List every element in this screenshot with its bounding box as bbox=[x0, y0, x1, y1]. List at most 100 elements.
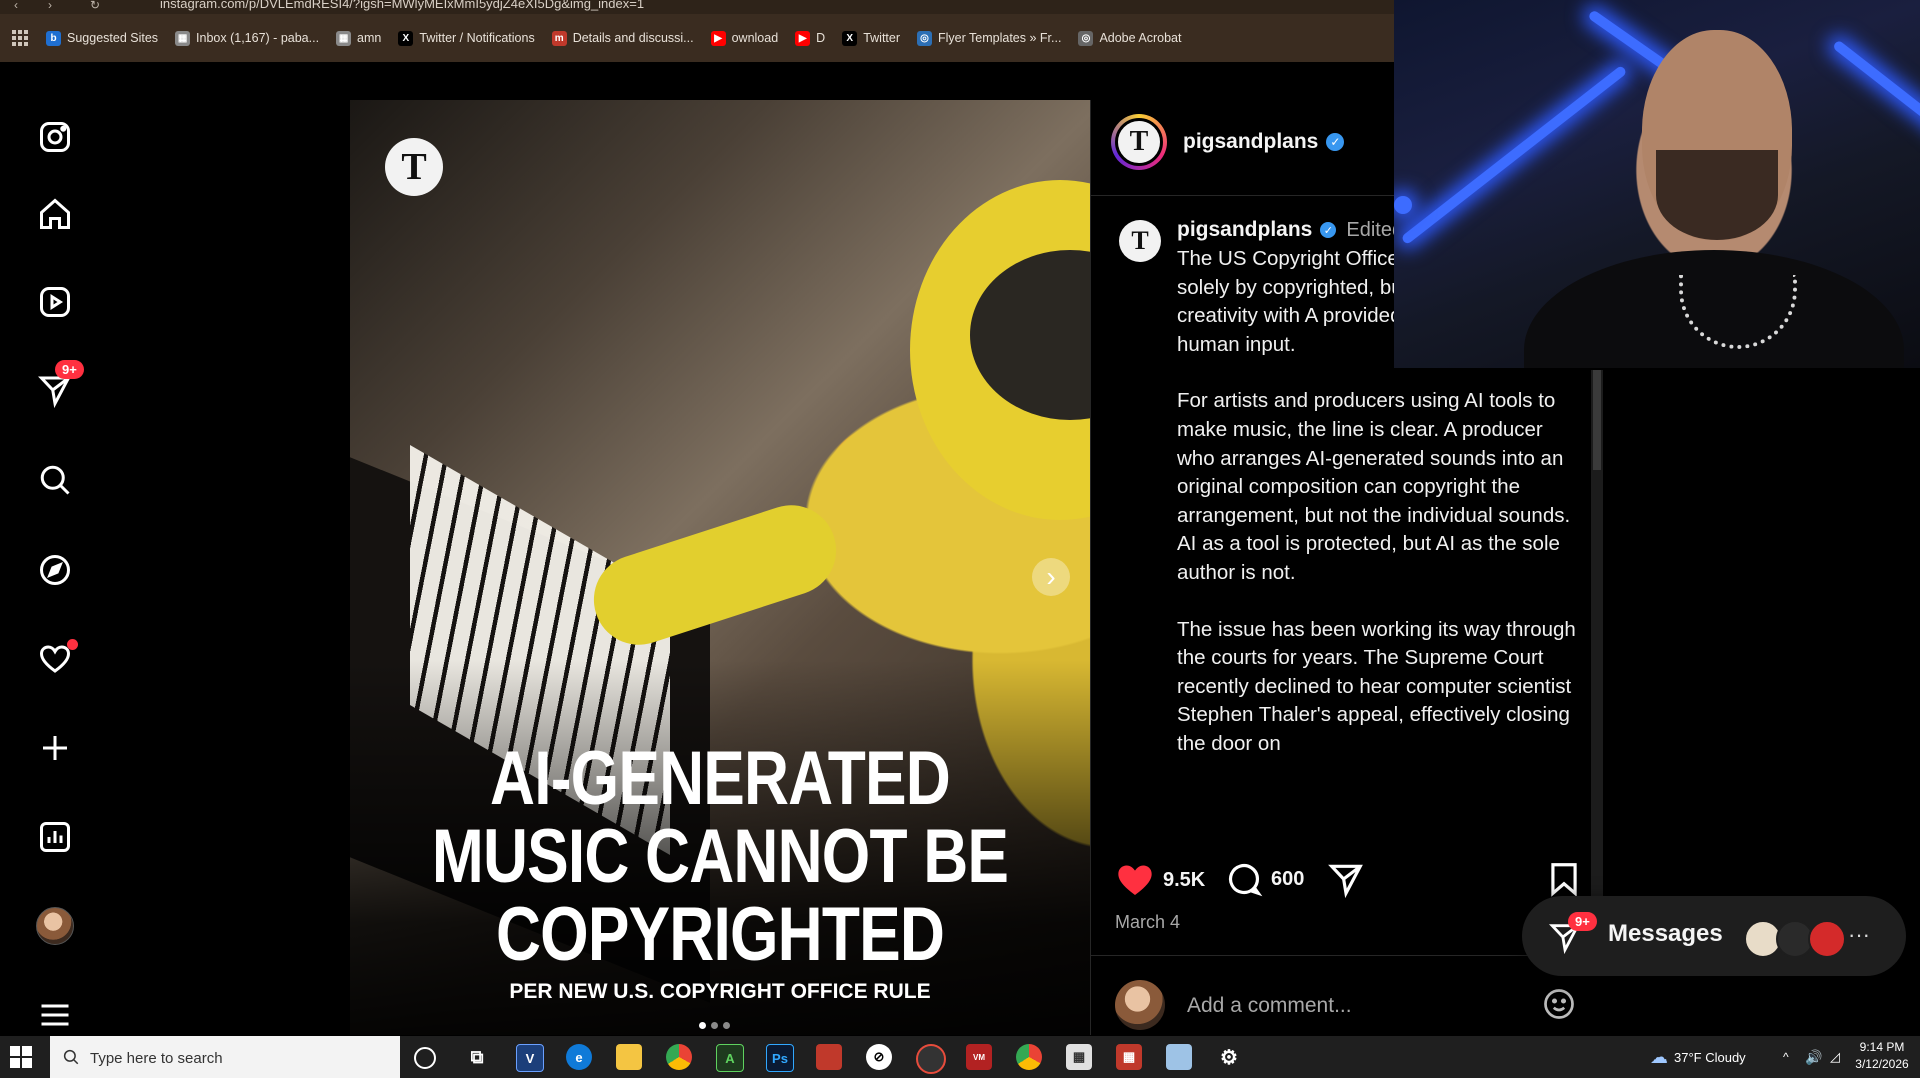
bookmark-item[interactable]: b Suggested Sites bbox=[46, 30, 158, 46]
bing-icon: b bbox=[46, 30, 61, 46]
taskbar-search[interactable] bbox=[50, 1036, 400, 1078]
insights-chart-icon[interactable] bbox=[35, 817, 75, 857]
address-bar[interactable]: ‹ › ↻ instagram.com/p/DVLEmdRESI4/?igsh=… bbox=[0, 0, 1394, 14]
forward-icon[interactable]: › bbox=[48, 0, 52, 12]
vegas-app-icon[interactable]: V bbox=[516, 1044, 544, 1072]
direct-messages-icon[interactable]: 9+ bbox=[35, 360, 84, 410]
bookmark-label: Adobe Acrobat bbox=[1099, 31, 1182, 45]
caption-username[interactable]: pigsandplans bbox=[1177, 218, 1312, 242]
notepad-icon[interactable] bbox=[1166, 1044, 1192, 1070]
bookmark-item[interactable]: ◎ Adobe Acrobat bbox=[1078, 30, 1182, 46]
caption-scrollbar[interactable] bbox=[1591, 370, 1603, 930]
profile-avatar[interactable] bbox=[35, 906, 75, 946]
network-icon[interactable]: ◿ bbox=[1830, 1036, 1840, 1078]
bookmark-icon bbox=[1551, 863, 1577, 897]
bookmark-label: D bbox=[816, 31, 826, 45]
explore-compass-icon[interactable] bbox=[35, 550, 75, 590]
neon-light bbox=[1832, 39, 1920, 171]
comment-button[interactable]: 600 bbox=[1225, 860, 1304, 898]
voicemeeter-icon[interactable]: VM bbox=[966, 1044, 992, 1070]
comment-bubble-icon bbox=[1228, 864, 1263, 897]
notifications-heart-icon[interactable] bbox=[35, 639, 78, 679]
instagram-sidebar: 9+ bbox=[0, 62, 110, 1036]
search-icon bbox=[63, 1049, 79, 1065]
caption-avatar[interactable]: T bbox=[1119, 220, 1161, 262]
more-icon[interactable]: ··· bbox=[1848, 922, 1870, 948]
system-clock[interactable]: 9:14 PM 3/12/2026 bbox=[1850, 1039, 1914, 1073]
bookmark-item[interactable]: m Details and discussi... bbox=[551, 30, 694, 46]
bookmark-item[interactable]: ▦ amn bbox=[336, 30, 381, 46]
carousel-dot bbox=[699, 1022, 706, 1029]
carousel-dot bbox=[711, 1022, 718, 1029]
windows-taskbar: ⧉ V e A Ps ⊘ VM ▦ ▦ ⚙ ☁ 37°F Cloudy ^ 🔊 … bbox=[0, 1036, 1920, 1078]
calendar-icon: ▦ bbox=[175, 30, 191, 46]
volume-icon[interactable]: 🔊 bbox=[1805, 1036, 1822, 1078]
author-avatar[interactable]: T bbox=[1111, 114, 1167, 170]
globe-icon: ◎ bbox=[917, 30, 933, 46]
obs-icon[interactable] bbox=[916, 1044, 946, 1074]
bookmark-item[interactable]: X Twitter / Notifications bbox=[398, 30, 535, 46]
caption-paragraph: For artists and producers using AI tools… bbox=[1177, 389, 1571, 584]
app-compass-icon[interactable]: ⊘ bbox=[866, 1044, 892, 1070]
windows-start-icon[interactable] bbox=[10, 1046, 32, 1068]
youtube-icon: ▶ bbox=[710, 30, 726, 46]
bookmark-item[interactable]: ▦ Inbox (1,167) - paba... bbox=[175, 30, 320, 46]
calculator-icon[interactable]: ▦ bbox=[1066, 1044, 1092, 1070]
file-explorer-icon[interactable] bbox=[616, 1044, 642, 1070]
search-icon[interactable] bbox=[35, 460, 75, 500]
back-icon[interactable]: ‹ bbox=[14, 0, 18, 12]
create-plus-icon[interactable] bbox=[35, 728, 75, 768]
home-icon[interactable] bbox=[35, 194, 75, 234]
menu-hamburger-icon[interactable] bbox=[35, 995, 75, 1035]
post-image[interactable]: T › AI-GENERATED MUSIC CANNOT BE COPYRIG… bbox=[350, 100, 1090, 1035]
post-actions: 9.5K 600 bbox=[1115, 860, 1585, 900]
calendar-icon: ▦ bbox=[336, 30, 352, 46]
chrome-icon[interactable] bbox=[1016, 1044, 1042, 1070]
like-button[interactable]: 9.5K bbox=[1115, 860, 1205, 900]
bookmark-label: Twitter bbox=[863, 31, 901, 45]
post-header: T pigsandplans ✓ bbox=[1111, 114, 1345, 170]
cortana-icon[interactable] bbox=[414, 1047, 436, 1069]
bookmark-item[interactable]: ▶ ownload bbox=[710, 30, 779, 46]
bookmark-item[interactable]: ▶ D bbox=[795, 30, 826, 46]
url-text[interactable]: instagram.com/p/DVLEmdRESI4/?igsh=MWlyME… bbox=[160, 0, 644, 11]
photoshop-icon[interactable]: Ps bbox=[766, 1044, 794, 1072]
settings-gear-icon[interactable]: ⚙ bbox=[1216, 1044, 1242, 1070]
globe-icon: ◎ bbox=[1078, 30, 1094, 46]
message-contact-avatar[interactable] bbox=[1808, 920, 1846, 958]
bookmark-label: ownload bbox=[731, 31, 779, 45]
carousel-next-button[interactable]: › bbox=[1032, 558, 1070, 596]
comment-count: 600 bbox=[1271, 867, 1305, 890]
app-grid-icon[interactable]: ▦ bbox=[1116, 1044, 1142, 1070]
current-user-avatar bbox=[1115, 980, 1165, 1030]
edge-icon[interactable]: e bbox=[566, 1044, 592, 1070]
app-a-icon[interactable]: A bbox=[716, 1044, 744, 1072]
comment-composer bbox=[1115, 980, 1595, 1030]
tray-chevron-icon[interactable]: ^ bbox=[1783, 1036, 1789, 1078]
notifications-badge: 9+ bbox=[55, 360, 84, 379]
post-date[interactable]: March 4 bbox=[1115, 912, 1180, 933]
comment-input[interactable] bbox=[1185, 990, 1519, 1022]
messages-launcher[interactable]: 9+ Messages ··· bbox=[1522, 896, 1906, 976]
taskbar-search-input[interactable] bbox=[88, 1046, 392, 1070]
share-button[interactable] bbox=[1327, 860, 1365, 898]
reels-icon[interactable] bbox=[35, 282, 75, 322]
chrome-icon[interactable] bbox=[666, 1044, 692, 1070]
task-view-icon[interactable]: ⧉ bbox=[464, 1044, 490, 1070]
bookmark-label: Details and discussi... bbox=[572, 31, 694, 45]
caption-paragraph: The issue has been working its way throu… bbox=[1177, 617, 1576, 755]
webcam-overlay bbox=[1394, 0, 1920, 368]
app-red-icon[interactable] bbox=[816, 1044, 842, 1070]
bookmark-label: Inbox (1,167) - paba... bbox=[196, 31, 320, 45]
bookmark-item[interactable]: X Twitter bbox=[842, 30, 901, 46]
bookmark-label: Twitter / Notifications bbox=[419, 31, 535, 45]
instagram-logo-icon[interactable] bbox=[35, 117, 75, 157]
bookmark-item[interactable]: ◎ Flyer Templates » Fr... bbox=[917, 30, 1061, 46]
apps-grid-icon[interactable] bbox=[12, 30, 28, 46]
emoji-icon[interactable] bbox=[1541, 986, 1577, 1022]
save-button[interactable] bbox=[1545, 860, 1583, 898]
weather-widget[interactable]: ☁ 37°F Cloudy bbox=[1650, 1036, 1746, 1078]
like-count: 9.5K bbox=[1163, 868, 1206, 891]
reload-icon[interactable]: ↻ bbox=[90, 0, 100, 12]
author-username[interactable]: pigsandplans bbox=[1183, 130, 1318, 154]
